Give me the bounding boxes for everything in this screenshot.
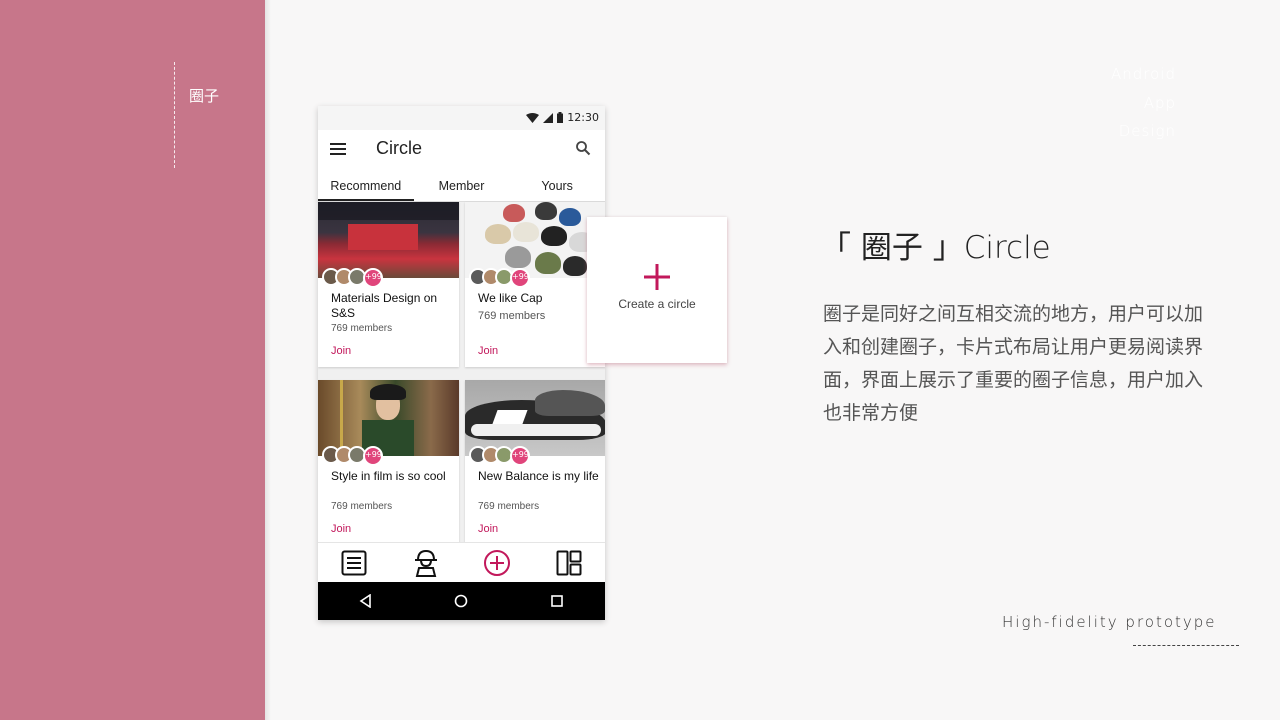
back-icon[interactable] — [359, 594, 373, 608]
page-title: 「 圈子 」Circle — [820, 230, 1051, 266]
tab-member[interactable]: Member — [414, 172, 510, 201]
card-members: 769 members — [478, 310, 546, 322]
join-button[interactable]: Join — [478, 523, 498, 535]
tab-bar: Recommend Member Yours — [318, 172, 605, 202]
brand-chinese: 圈子 — [189, 87, 220, 105]
member-avatars: +99 — [469, 446, 530, 466]
tab-recommend[interactable]: Recommend — [318, 172, 414, 201]
brand-line-android: Android — [1111, 65, 1176, 83]
footer-divider — [1133, 645, 1239, 646]
home-icon[interactable] — [454, 594, 468, 608]
join-button[interactable]: Join — [331, 523, 351, 535]
recents-icon[interactable] — [550, 594, 564, 608]
member-avatars: +99 — [469, 268, 530, 288]
tab-yours[interactable]: Yours — [509, 172, 605, 201]
join-button[interactable]: Join — [478, 345, 498, 357]
nav-list[interactable] — [339, 548, 369, 578]
wifi-icon — [526, 112, 540, 123]
card-title: Style in film is so cool — [331, 469, 446, 483]
plus-icon — [644, 264, 670, 290]
member-count-badge: +99 — [510, 446, 530, 466]
member-count-badge: +99 — [363, 268, 383, 288]
member-avatars: +99 — [322, 446, 383, 466]
join-button[interactable]: Join — [331, 345, 351, 357]
film-character-photo — [318, 380, 459, 456]
search-icon[interactable] — [575, 140, 591, 156]
nav-dashboard[interactable] — [554, 548, 584, 578]
status-bar: 12:30 — [318, 106, 605, 130]
brand-line-design: Design — [1118, 122, 1176, 140]
runway-show-photo — [318, 202, 459, 278]
circle-card[interactable]: +99 We like Cap 769 members Join — [465, 202, 605, 367]
app-title: Circle — [376, 138, 423, 158]
brand-divider — [174, 62, 175, 168]
card-title: New Balance is my life — [478, 469, 599, 483]
brand-text: Android App Design — [1111, 60, 1176, 146]
phone-mockup: 12:30 Circle Recommend Member Yours +99 — [318, 106, 605, 620]
sidebar-shadow — [265, 0, 271, 720]
circle-card[interactable]: +99 Style in film is so cool 769 members… — [318, 380, 459, 545]
card-title: Materials Design on S&S — [331, 291, 438, 320]
add-circle-icon — [484, 549, 511, 576]
footer-caption: High-fidelity prototype — [1002, 613, 1217, 631]
battery-icon — [557, 112, 564, 123]
menu-icon[interactable] — [330, 143, 346, 155]
bottom-nav — [318, 542, 605, 582]
dashboard-icon — [556, 550, 582, 575]
create-circle-label: Create a circle — [618, 297, 696, 311]
member-count-badge: +99 — [363, 446, 383, 466]
user-icon — [414, 549, 437, 577]
sneakers-photo — [465, 380, 605, 456]
signal-icon — [543, 112, 554, 123]
circle-card[interactable]: +99 New Balance is my life 769 members J… — [465, 380, 605, 545]
circle-card[interactable]: +99 Materials Design on S&S 769 members … — [318, 202, 459, 367]
card-members: 769 members — [331, 323, 393, 334]
card-title: We like Cap — [478, 291, 543, 305]
app-bar: Circle — [318, 130, 605, 172]
member-count-badge: +99 — [510, 268, 530, 288]
member-avatars: +99 — [322, 268, 383, 288]
status-time: 12:30 — [567, 111, 599, 124]
sidebar — [0, 0, 265, 720]
caps-photo — [465, 202, 605, 278]
system-nav-bar — [318, 582, 605, 620]
nav-add[interactable] — [482, 548, 512, 578]
card-members: 769 members — [331, 501, 393, 512]
list-icon — [341, 550, 367, 575]
card-members: 769 members — [478, 501, 540, 512]
nav-profile[interactable] — [411, 548, 441, 578]
create-circle-card[interactable]: Create a circle — [587, 217, 727, 363]
brand-line-app: App — [1143, 93, 1176, 112]
description: 圈子是同好之间互相交流的地方，用户可以加入和创建圈子，卡片式布局让用户更易阅读界… — [823, 303, 1204, 424]
